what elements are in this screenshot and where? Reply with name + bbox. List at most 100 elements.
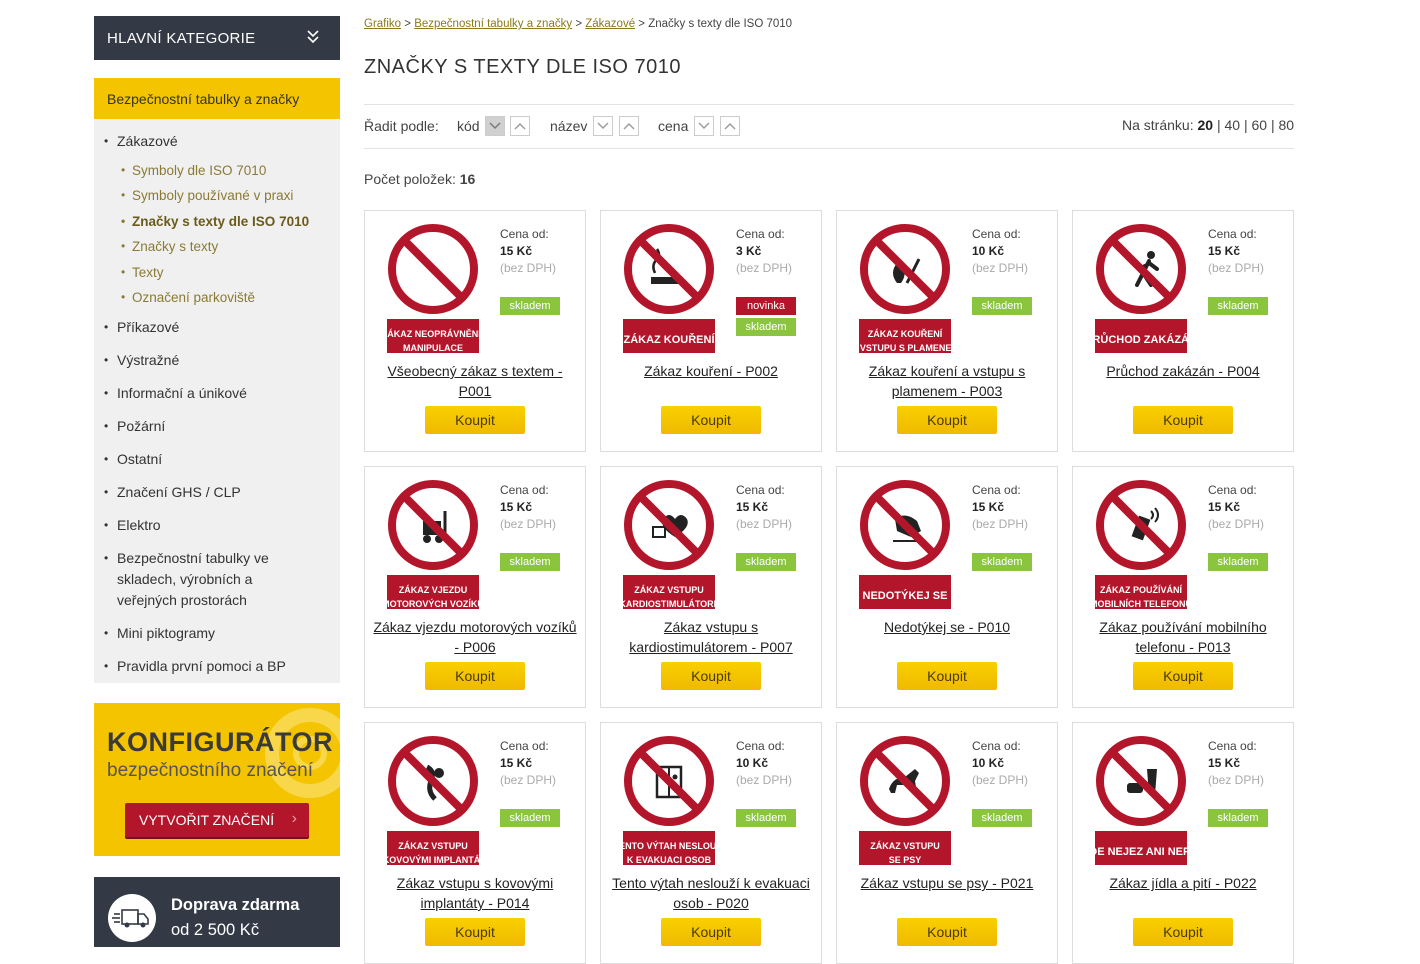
product-name-link[interactable]: Zákaz používání mobilního telefonu - P01… — [1081, 617, 1285, 657]
product-name-link[interactable]: Zákaz vstupu se psy - P021 — [845, 873, 1049, 893]
per-page-option[interactable]: 80 — [1278, 117, 1294, 133]
sidebar-subitem-znacky-iso[interactable]: • Značky s texty dle ISO 7010 — [121, 213, 310, 231]
breadcrumb-link[interactable]: Grafiko — [364, 18, 401, 30]
buy-button[interactable]: Koupit — [425, 662, 525, 690]
product-card[interactable]: ZDE NEJEZ ANI NEPIJ Cena od: 15 Kč (bez … — [1072, 722, 1294, 964]
per-page-option[interactable]: 40 — [1224, 117, 1240, 133]
product-name-link[interactable]: Nedotýkej se - P010 — [845, 617, 1049, 637]
product-name-link[interactable]: Zákaz kouření - P002 — [609, 361, 813, 381]
general-prohibition-icon[interactable]: ZÁKAZ NEOPRÁVNĚNÉ MANIPULACE — [385, 221, 481, 355]
product-card[interactable]: TENTO VÝTAH NESLOUŽÍ K EVAKUACI OSOB Cena… — [600, 722, 822, 964]
no-implant-icon[interactable]: ZÁKAZ VSTUPU S KOVOVÝMI IMPLANTÁTY — [385, 733, 481, 867]
sidebar-subitem-znacky-texty[interactable]: • Značky s texty — [121, 238, 218, 256]
bullet: • — [121, 214, 126, 228]
buy-button[interactable]: Koupit — [1133, 662, 1233, 690]
buy-button[interactable]: Koupit — [897, 662, 997, 690]
sidebar-item-prvni-pomoc[interactable]: • Pravidla první pomoci a BP — [104, 656, 317, 677]
product-name-link[interactable]: Průchod zakázán - P004 — [1081, 361, 1285, 381]
sort-name-desc-button[interactable] — [593, 116, 613, 136]
product-card[interactable]: ZÁKAZ KOUŘENÍ Cena od: 3 Kč (bez DPH) no… — [600, 210, 822, 452]
bullet: • — [104, 485, 109, 499]
breadcrumb-separator: > — [575, 18, 583, 30]
product-name-link[interactable]: Tento výtah neslouží k evakuaci osob - P… — [609, 873, 813, 913]
product-card[interactable]: ZÁKAZ VSTUPU SE PSY Cena od: 10 Kč (bez D… — [836, 722, 1058, 964]
chevron-down-icon — [597, 122, 609, 129]
no-food-icon[interactable]: ZDE NEJEZ ANI NEPIJ — [1093, 733, 1189, 867]
no-pacemaker-icon[interactable]: ZÁKAZ VSTUPU S KARDIOSTIMULÁTOREM — [621, 477, 717, 611]
buy-button[interactable]: Koupit — [897, 406, 997, 434]
configurator-title: KONFIGURÁTOR — [107, 727, 333, 757]
sort-code-asc-button[interactable] — [510, 116, 530, 136]
stock-badge: skladem — [500, 809, 560, 827]
no-phone-icon[interactable]: ZÁKAZ POUŽÍVÁNÍ MOBILNÍCH TELEFONŮ — [1093, 477, 1189, 611]
product-name-link[interactable]: Zákaz vstupu s kardiostimulátorem - P007 — [609, 617, 813, 657]
sort-code-desc-button[interactable] — [485, 116, 505, 136]
sidebar-item-label: Požární — [117, 418, 166, 434]
buy-button[interactable]: Koupit — [425, 406, 525, 434]
buy-button[interactable]: Koupit — [661, 662, 761, 690]
sidebar-item-informacni[interactable]: • Informační a únikové — [104, 383, 317, 404]
sidebar-item-prikazove[interactable]: • Příkazové — [104, 317, 317, 338]
buy-button[interactable]: Koupit — [425, 918, 525, 946]
price-label: Cena od: — [1208, 483, 1257, 497]
sidebar-item-vystrazne[interactable]: • Výstražné — [104, 350, 317, 371]
product-name-link[interactable]: Zákaz vstupu s kovovými implantáty - P01… — [373, 873, 577, 913]
sidebar-active-category[interactable]: Bezpečnostní tabulky a značky — [94, 78, 340, 119]
create-marking-button[interactable]: VYTVOŘIT ZNAČENÍ › — [125, 803, 309, 837]
svg-text:MOBILNÍCH TELEFONŮ: MOBILNÍCH TELEFONŮ — [1093, 598, 1189, 609]
product-name-link[interactable]: Zákaz vjezdu motorových vozíků - P006 — [373, 617, 577, 657]
buy-button[interactable]: Koupit — [1133, 918, 1233, 946]
buy-button[interactable]: Koupit — [661, 406, 761, 434]
sidebar-subitem-label: Symboly používané v praxi — [132, 188, 294, 203]
sort-price-desc-button[interactable] — [694, 116, 714, 136]
per-page-option[interactable]: 60 — [1251, 117, 1267, 133]
no-elevator-icon[interactable]: TENTO VÝTAH NESLOUŽÍ K EVAKUACI OSOB — [621, 733, 717, 867]
per-page-option[interactable]: 20 — [1197, 117, 1213, 133]
product-card[interactable]: ZÁKAZ NEOPRÁVNĚNÉ MANIPULACE Cena od: 15 … — [364, 210, 586, 452]
no-smoking-icon[interactable]: ZÁKAZ KOUŘENÍ — [621, 221, 717, 355]
buy-button[interactable]: Koupit — [661, 918, 761, 946]
stock-badge: skladem — [972, 553, 1032, 571]
breadcrumb-link[interactable]: Zákazové — [585, 18, 635, 30]
sidebar-subitem-label: Značky s texty dle ISO 7010 — [132, 214, 310, 229]
item-count-label: Počet položek: — [364, 171, 456, 187]
sort-name-asc-button[interactable] — [619, 116, 639, 136]
no-flame-icon[interactable]: ZÁKAZ KOUŘENÍ A VSTUPU S PLAMENEM — [857, 221, 953, 355]
no-forklift-icon[interactable]: ZÁKAZ VJEZDU MOTOROVÝCH VOZÍKŮ — [385, 477, 481, 611]
product-name-link[interactable]: Všeobecný zákaz s textem - P001 — [373, 361, 577, 401]
sidebar-item-pozarni[interactable]: • Požární — [104, 416, 317, 437]
sidebar-subitem-symboly-praxe[interactable]: • Symboly používané v praxi — [121, 187, 294, 205]
configurator-banner[interactable]: KONFIGURÁTOR bezpečnostního značení VYTV… — [94, 703, 340, 856]
stock-badge: skladem — [972, 297, 1032, 315]
sidebar-item-mini-piktogramy[interactable]: • Mini piktogramy — [104, 623, 317, 644]
product-card[interactable]: NEDOTÝKEJ SE Cena od: 15 Kč (bez DPH) sk… — [836, 466, 1058, 708]
product-card[interactable]: ZÁKAZ VJEZDU MOTOROVÝCH VOZÍKŮ Cena od: 1… — [364, 466, 586, 708]
sidebar-item-label: Výstražné — [117, 352, 180, 368]
page-title: ZNAČKY S TEXTY DLE ISO 7010 — [364, 56, 681, 78]
product-card[interactable]: PRŮCHOD ZAKÁZÁN Cena od: 15 Kč (bez DPH)… — [1072, 210, 1294, 452]
sidebar-item-ostatni[interactable]: • Ostatní — [104, 449, 317, 470]
no-pedestrian-icon[interactable]: PRŮCHOD ZAKÁZÁN — [1093, 221, 1189, 355]
sidebar-item-ghs[interactable]: • Značení GHS / CLP — [104, 482, 317, 503]
sidebar-subitem-texty[interactable]: • Texty — [121, 264, 164, 282]
no-dogs-icon[interactable]: ZÁKAZ VSTUPU SE PSY — [857, 733, 953, 867]
sort-price-asc-button[interactable] — [720, 116, 740, 136]
breadcrumb-link[interactable]: Bezpečnostní tabulky a značky — [414, 18, 572, 30]
sidebar-subitem-symboly-iso[interactable]: • Symboly dle ISO 7010 — [121, 162, 266, 180]
sidebar-item-sklady[interactable]: • Bezpečnostní tabulky ve skladech, výrob… — [104, 548, 287, 611]
buy-button[interactable]: Koupit — [897, 918, 997, 946]
sidebar-subitem-parkoviste[interactable]: • Označení parkoviště — [121, 289, 255, 307]
sidebar-item-elektro[interactable]: • Elektro — [104, 515, 317, 536]
sidebar-item-zakazove[interactable]: • Zákazové — [104, 131, 317, 152]
product-card[interactable]: ZÁKAZ VSTUPU S KARDIOSTIMULÁTOREM Cena od… — [600, 466, 822, 708]
buy-button[interactable]: Koupit — [1133, 406, 1233, 434]
sidebar-menu: • Zákazové • Symboly dle ISO 7010 • Symboly… — [94, 119, 340, 683]
product-name-link[interactable]: Zákaz jídla a pití - P022 — [1081, 873, 1285, 893]
product-card[interactable]: ZÁKAZ POUŽÍVÁNÍ MOBILNÍCH TELEFONŮ Cena o… — [1072, 466, 1294, 708]
product-card[interactable]: ZÁKAZ VSTUPU S KOVOVÝMI IMPLANTÁTY Cena o… — [364, 722, 586, 964]
sort-key-name: název — [550, 118, 588, 134]
main-categories-toggle[interactable]: HLAVNÍ KATEGORIE — [94, 16, 340, 60]
product-card[interactable]: ZÁKAZ KOUŘENÍ A VSTUPU S PLAMENEM Cena od… — [836, 210, 1058, 452]
no-touch-icon[interactable]: NEDOTÝKEJ SE — [857, 477, 953, 611]
product-name-link[interactable]: Zákaz kouření a vstupu s plamenem - P003 — [845, 361, 1049, 401]
